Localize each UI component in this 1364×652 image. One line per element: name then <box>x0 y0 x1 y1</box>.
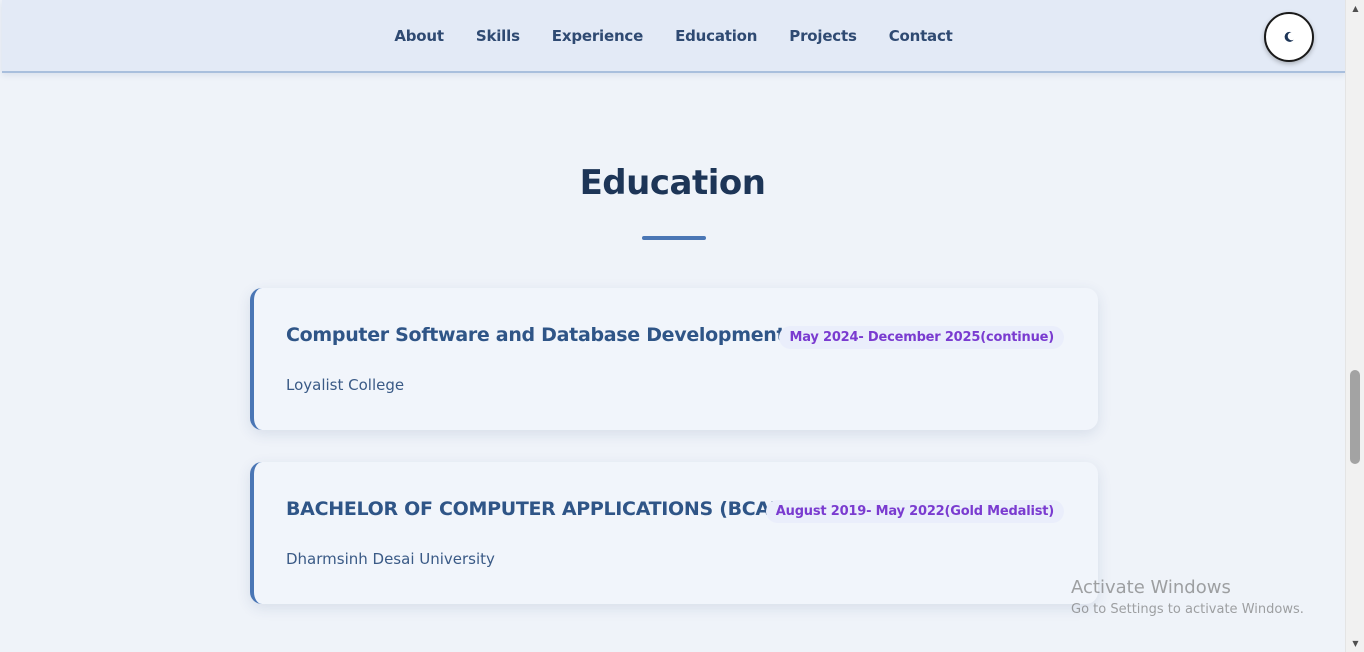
moon-icon <box>1284 31 1294 42</box>
nav-link-projects[interactable]: Projects <box>789 27 857 45</box>
degree-title: BACHELOR OF COMPUTER APPLICATIONS (BCA) <box>286 498 779 520</box>
nav-link-about[interactable]: About <box>394 27 444 45</box>
watermark-title: Activate Windows <box>1071 577 1231 598</box>
navbar: About Skills Experience Education Projec… <box>2 0 1345 73</box>
institution-name: Loyalist College <box>286 376 405 394</box>
watermark-subtitle: Go to Settings to activate Windows. <box>1071 602 1304 617</box>
vertical-scrollbar[interactable]: ▲ ▼ <box>1345 0 1364 652</box>
section-title: Education <box>579 163 766 203</box>
education-card: Computer Software and Database Developme… <box>250 288 1098 430</box>
nav-link-experience[interactable]: Experience <box>552 27 643 45</box>
degree-title: Computer Software and Database Developme… <box>286 324 786 346</box>
date-badge: May 2024- December 2025(continue) <box>779 326 1064 349</box>
title-underline <box>642 236 706 240</box>
theme-toggle-button[interactable] <box>1264 12 1314 62</box>
education-card: BACHELOR OF COMPUTER APPLICATIONS (BCA) … <box>250 462 1098 604</box>
institution-name: Dharmsinh Desai University <box>286 550 495 568</box>
nav-link-education[interactable]: Education <box>675 27 757 45</box>
activate-windows-watermark: Activate Windows Go to Settings to activ… <box>1071 577 1304 621</box>
scroll-up-arrow-icon[interactable]: ▲ <box>1346 0 1364 17</box>
nav-link-contact[interactable]: Contact <box>889 27 953 45</box>
nav-links: About Skills Experience Education Projec… <box>2 0 1345 72</box>
date-badge: August 2019- May 2022(Gold Medalist) <box>765 500 1064 523</box>
scrollbar-thumb[interactable] <box>1350 370 1360 464</box>
scroll-down-arrow-icon[interactable]: ▼ <box>1346 635 1364 652</box>
nav-link-skills[interactable]: Skills <box>476 27 520 45</box>
page-viewport: About Skills Experience Education Projec… <box>0 0 1345 652</box>
